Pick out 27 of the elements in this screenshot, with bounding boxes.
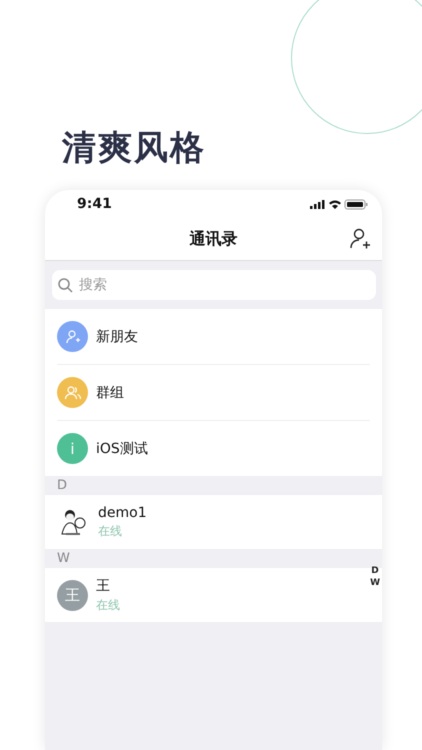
contact-status: 在线: [96, 596, 120, 614]
shortcut-item[interactable]: i iOS测试: [45, 421, 366, 476]
headline: 清爽风格: [62, 128, 207, 168]
search-icon: [58, 278, 73, 292]
contact-item[interactable]: 王 王 在线: [45, 568, 366, 622]
shortcut-label: 群组: [96, 384, 124, 402]
search-input[interactable]: 搜索: [77, 276, 370, 294]
index-letter[interactable]: W: [370, 577, 380, 589]
status-time: 9:41: [77, 196, 112, 212]
index-letter[interactable]: D: [371, 565, 379, 577]
shortcut-label: iOS测试: [96, 440, 148, 458]
status-icons: [310, 198, 368, 210]
search-field[interactable]: 搜索: [52, 270, 376, 300]
section-letter: D: [57, 478, 68, 493]
group-icon: [64, 384, 82, 400]
nav-title: 通讯录: [190, 228, 238, 250]
contact-name: demo1: [98, 504, 147, 520]
info-glyph: i: [70, 440, 75, 458]
contact-status: 在线: [98, 522, 123, 540]
section-letter: W: [57, 551, 70, 566]
contact-name: 王: [96, 576, 111, 594]
avatar: 王: [57, 580, 88, 610]
shortcut-item[interactable]: 群组: [45, 365, 366, 420]
add-contact-button[interactable]: [348, 227, 372, 251]
add-person-icon: [64, 328, 80, 344]
shortcut-item[interactable]: 新朋友: [45, 309, 366, 364]
shortcut-label: 新朋友: [96, 328, 138, 346]
